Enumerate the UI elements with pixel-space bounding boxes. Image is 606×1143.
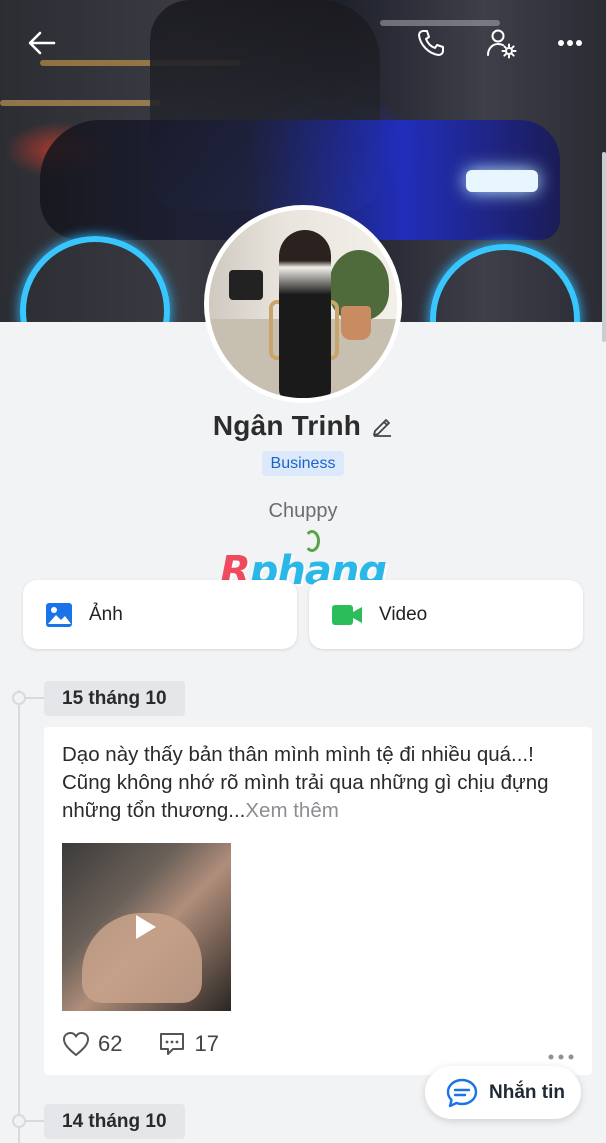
chat-bubble-icon: [446, 1078, 478, 1107]
scrollbar[interactable]: [602, 152, 606, 342]
call-button[interactable]: [412, 24, 450, 62]
profile-name: Ngân Trinh: [212, 410, 362, 441]
timeline-dot: [12, 691, 26, 705]
more-options-button[interactable]: [550, 26, 590, 60]
profile-name-row: Ngân Trinh: [0, 410, 606, 442]
like-button[interactable]: 62: [62, 1031, 122, 1057]
back-arrow-icon: [28, 31, 56, 55]
play-icon: [136, 915, 156, 939]
videos-button[interactable]: Video: [309, 580, 583, 649]
message-button[interactable]: Nhắn tin: [425, 1066, 581, 1119]
comment-count: 17: [194, 1031, 219, 1056]
profile-settings-button[interactable]: [482, 24, 520, 62]
avatar[interactable]: [204, 205, 402, 403]
more-horizontal-icon: [558, 40, 582, 46]
photos-button[interactable]: Ảnh: [23, 580, 297, 649]
post-more-options[interactable]: [548, 1043, 574, 1066]
see-more-link[interactable]: Xem thêm: [245, 799, 338, 822]
video-camera-icon: [332, 604, 362, 625]
profile-bio: Chuppy: [268, 500, 338, 522]
like-count: 62: [98, 1031, 123, 1056]
date-chip: 14 tháng 10: [44, 1104, 185, 1139]
timeline-post[interactable]: Dạo này thấy bản thân mình mình tệ đi nh…: [44, 727, 592, 1075]
phone-icon: [418, 30, 444, 56]
business-badge: Business: [262, 451, 344, 476]
timeline-dot: [12, 1114, 26, 1128]
comment-button[interactable]: 17: [158, 1031, 219, 1057]
timeline-line: [18, 690, 20, 1143]
image-icon: [46, 602, 72, 627]
comment-icon: [160, 1033, 185, 1055]
edit-pencil-icon: [373, 419, 392, 437]
date-chip: 15 tháng 10: [44, 681, 185, 716]
post-reactions: 62 17: [62, 1031, 255, 1057]
photos-label: Ảnh: [89, 603, 123, 625]
edit-name-button[interactable]: [371, 415, 393, 437]
timeline-connector: [26, 697, 46, 699]
videos-label: Video: [379, 603, 428, 625]
post-text: Dạo này thấy bản thân mình mình tệ đi nh…: [62, 741, 582, 825]
more-horizontal-icon: [548, 1054, 574, 1060]
timeline-connector: [26, 1120, 46, 1122]
back-button[interactable]: [22, 26, 62, 60]
profile-settings-icon: [487, 29, 517, 59]
post-video-thumbnail[interactable]: [62, 843, 231, 1011]
top-bar: [0, 0, 606, 88]
message-label: Nhắn tin: [489, 1081, 565, 1103]
heart-icon: [63, 1032, 89, 1056]
